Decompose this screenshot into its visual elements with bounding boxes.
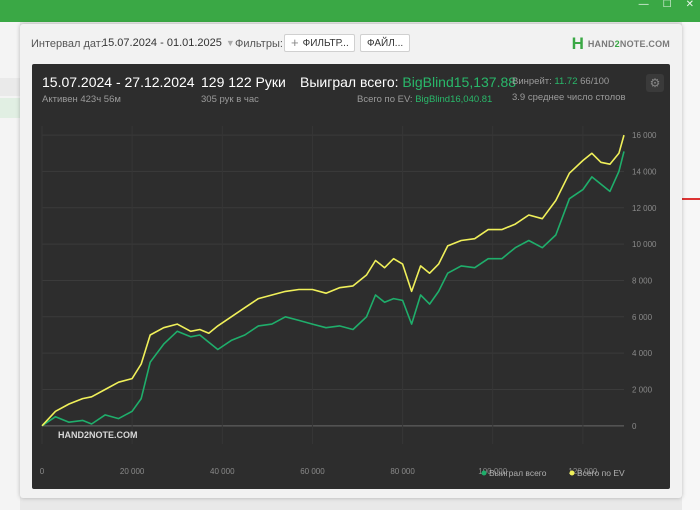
filters-label: Фильтры: — [235, 38, 283, 50]
legend-marker — [481, 470, 487, 476]
file-button[interactable]: ФАЙЛ... — [360, 34, 410, 52]
background-app-right — [682, 22, 700, 510]
filter-button[interactable]: + ФИЛЬТР... — [284, 34, 355, 52]
chart-grid — [41, 126, 624, 444]
x-tick-label: 60 000 — [300, 467, 325, 476]
filter-bar: Интервал дат: 15.07.2024 - 01.01.2025 ▼ Ф… — [20, 24, 682, 62]
profit-chart: 0 2 000 4 000 6 000 8 000 10 000 12 000 14 000 1… — [40, 126, 657, 478]
interval-label: Интервал дат: — [31, 38, 104, 50]
y-tick-label: 8 000 — [632, 276, 653, 285]
y-tick-label: 6 000 — [632, 313, 653, 322]
legend-marker — [569, 470, 575, 476]
legend-label: Всего по EV — [577, 468, 625, 478]
minimize-icon[interactable]: — — [639, 0, 649, 10]
window-controls: — ☐ ✕ — [639, 0, 694, 10]
y-axis: 0 2 000 4 000 6 000 8 000 10 000 12 000 14 000 1… — [632, 131, 657, 431]
y-tick-label: 10 000 — [632, 240, 657, 249]
y-tick-label: 14 000 — [632, 167, 657, 176]
x-tick-label: 0 — [40, 467, 45, 476]
hand2note-logo: H HAND2NOTE.COM — [571, 34, 670, 53]
plus-icon: + — [291, 35, 299, 50]
y-tick-label: 12 000 — [632, 204, 657, 213]
graph-dialog: Интервал дат: 15.07.2024 - 01.01.2025 ▼ Ф… — [20, 24, 682, 498]
legend-label: Выиграл всего — [489, 468, 547, 478]
title-bar: — ☐ ✕ — [0, 0, 700, 22]
y-tick-label: 0 — [632, 422, 637, 431]
chart-watermark: HAND2NOTE.COM — [58, 430, 138, 440]
filter-button-label: ФИЛЬТР... — [302, 37, 349, 49]
close-icon[interactable]: ✕ — [686, 0, 694, 10]
y-tick-label: 2 000 — [632, 385, 653, 394]
graph-panel: 15.07.2024 - 27.12.2024 Активен 423ч 56м… — [32, 64, 670, 489]
date-range-select[interactable]: 15.07.2024 - 01.01.2025 ▼ — [102, 37, 235, 49]
background-app-left — [0, 22, 20, 510]
y-tick-label: 16 000 — [632, 131, 657, 140]
series-line-won — [41, 151, 625, 427]
maximize-icon[interactable]: ☐ — [663, 0, 672, 10]
x-tick-label: 40 000 — [210, 467, 235, 476]
chevron-down-icon: ▼ — [225, 38, 235, 48]
logo-mark-icon: H — [571, 34, 584, 53]
file-button-label: ФАЙЛ... — [367, 37, 404, 49]
chart-legend: Выиграл всего Всего по EV — [481, 468, 625, 478]
date-range-value: 15.07.2024 - 01.01.2025 — [102, 37, 222, 49]
x-tick-label: 80 000 — [390, 467, 415, 476]
x-tick-label: 20 000 — [120, 467, 145, 476]
y-tick-label: 4 000 — [632, 349, 653, 358]
